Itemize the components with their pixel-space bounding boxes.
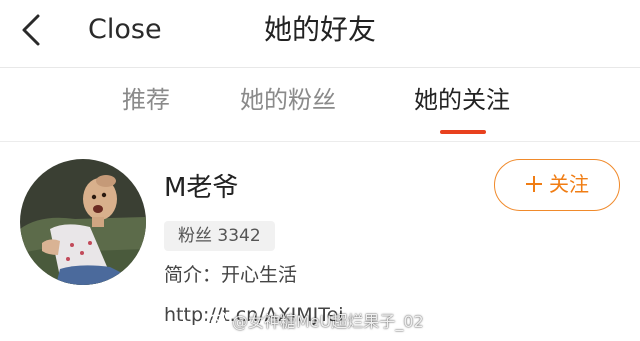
avatar-image	[20, 159, 146, 285]
watermark-text: @女神糖MeU超烂果子_02	[232, 312, 424, 331]
follow-button[interactable]: 关注	[494, 159, 620, 211]
avatar[interactable]	[20, 159, 146, 285]
tab-recommended[interactable]: 推荐	[122, 82, 170, 118]
tab-her-fans[interactable]: 她的粉丝	[240, 82, 336, 118]
page-title: 她的好友	[263, 13, 376, 46]
user-name[interactable]: M老爷	[164, 171, 238, 205]
active-tab-indicator	[440, 130, 486, 134]
header: Close 她的好友	[0, 0, 640, 68]
tab-bar: 推荐 她的粉丝 她的关注	[0, 68, 640, 142]
user-bio: 简介：开心生活	[164, 264, 298, 286]
tab-her-following[interactable]: 她的关注	[414, 82, 510, 118]
weibo-logo-icon	[206, 310, 228, 335]
follow-label: 关注	[549, 172, 589, 196]
watermark: @女神糖MeU超烂果子_02	[206, 310, 424, 335]
fans-count-badge: 粉丝 3342	[164, 221, 275, 251]
plus-icon	[525, 160, 543, 209]
